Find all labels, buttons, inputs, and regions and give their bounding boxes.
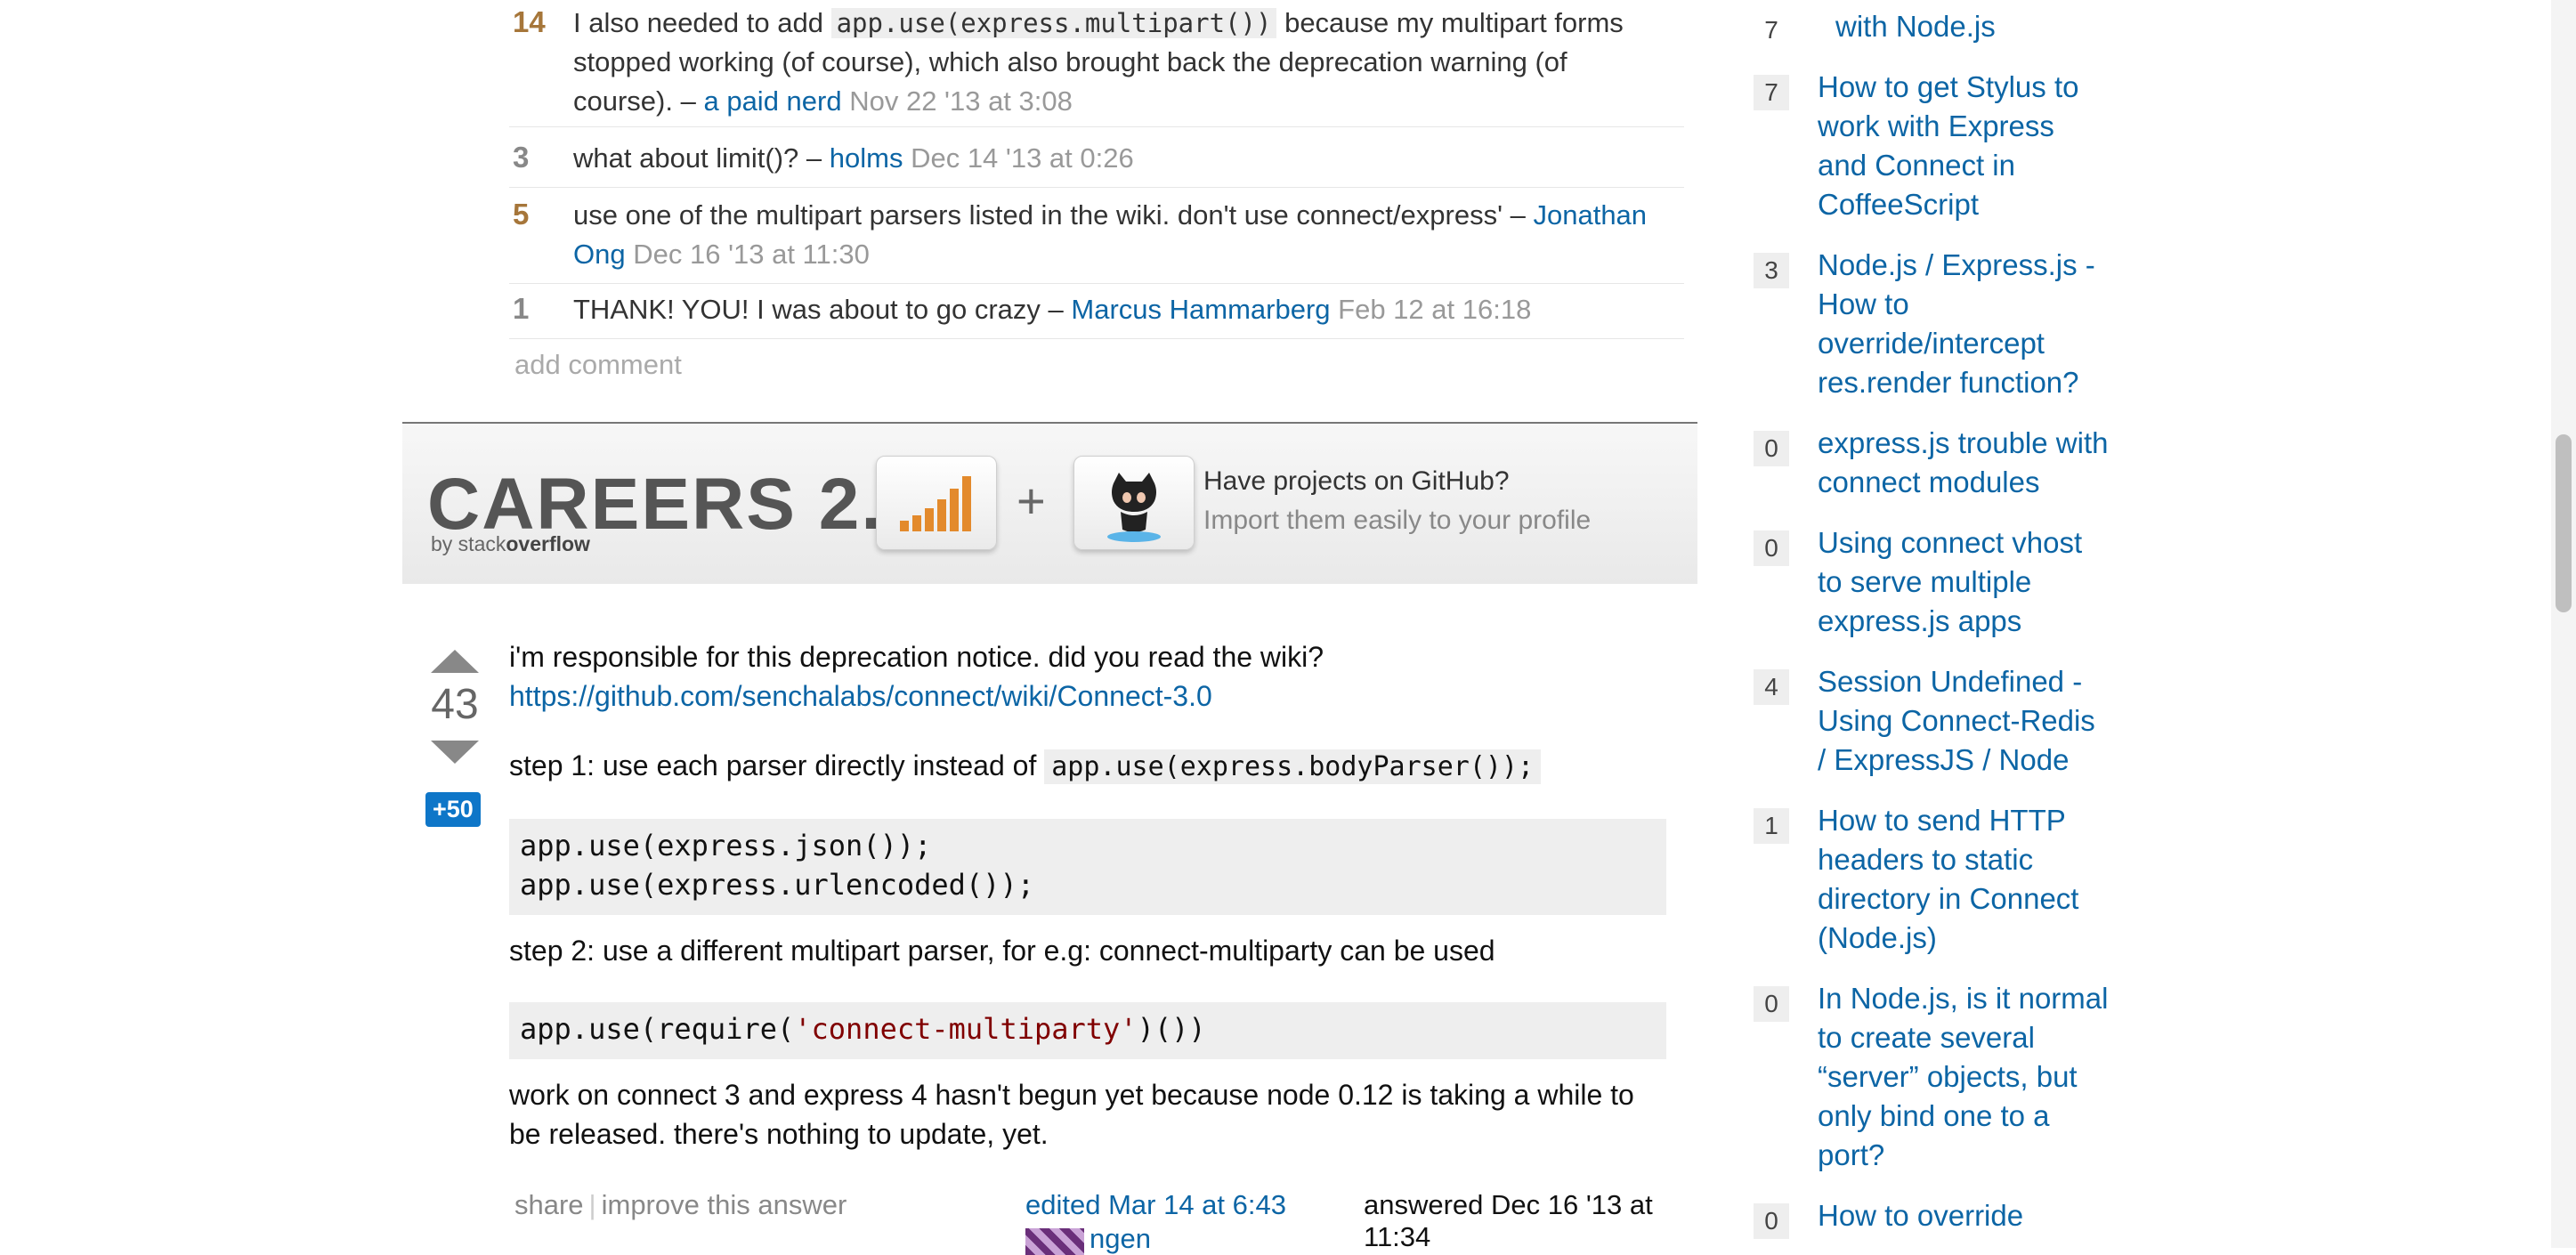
related-link[interactable]: express.js trouble with connect modules (1818, 424, 2111, 502)
related-link[interactable]: with Node.js (1835, 7, 2129, 46)
related-link[interactable]: Session Undefined - Using Connect-Redis … (1818, 662, 2111, 780)
scrollbar-thumb[interactable] (2556, 434, 2572, 612)
related-score: 0 (1754, 986, 1789, 1022)
careers-subline: Import them easily to your profile (1203, 506, 1592, 535)
answer-text: step 1: use each parser directly instead… (509, 749, 1037, 781)
vote-down-icon[interactable] (429, 739, 481, 765)
code-line: app.use(express.json()); (520, 829, 932, 862)
comment-body: I also needed to add app.use(express.mul… (573, 4, 1668, 121)
answer: 43 +50 i'm responsible for this deprecat… (402, 623, 1697, 1255)
code-text: )()) (1137, 1012, 1206, 1046)
comment-date[interactable]: Dec 14 '13 at 0:26 (911, 142, 1134, 174)
comment-text: use one of the multipart parsers listed … (573, 199, 1526, 231)
related-link[interactable]: How to send HTTP headers to static direc… (1818, 801, 2111, 958)
vote-up-icon[interactable] (429, 648, 481, 675)
comment-body: what about limit()? – holms Dec 14 '13 a… (573, 139, 1668, 178)
answer-text: step 2: use a different multipart parser… (509, 935, 1495, 967)
comment-score: 3 (513, 141, 530, 174)
comment-score: 5 (513, 198, 530, 231)
careers-byline: by stackoverflow (431, 532, 590, 555)
related-link[interactable]: How to get Stylus to work with Express a… (1818, 68, 2111, 224)
page-scrollbar[interactable] (2551, 0, 2576, 1248)
comment-date[interactable]: Dec 16 '13 at 11:30 (633, 239, 870, 270)
comment-user-link[interactable]: holms (830, 142, 903, 174)
comment-date[interactable]: Nov 22 '13 at 3:08 (849, 85, 1073, 117)
comment-body: THANK! YOU! I was about to go crazy – Ma… (573, 290, 1668, 329)
answer-text: i'm responsible for this deprecation not… (509, 641, 1324, 673)
github-octocat-icon (1107, 473, 1161, 542)
comment: 3 what about limit()? – holms Dec 14 '13… (509, 130, 1684, 188)
related-score: 7 (1764, 16, 1778, 44)
related-link[interactable]: In Node.js, is it normal to create sever… (1818, 979, 2111, 1175)
bounty-badge[interactable]: +50 (425, 792, 481, 827)
editor-avatar[interactable] (1025, 1228, 1084, 1255)
related-score: 0 (1754, 1203, 1789, 1239)
code-block: app.use(require('connect-multiparty')()) (509, 1002, 1666, 1059)
comment-user-link[interactable]: a paid nerd (703, 85, 841, 117)
vote-count: 43 (431, 681, 479, 728)
comment-body: use one of the multipart parsers listed … (573, 196, 1668, 274)
answer-paragraph: i'm responsible for this deprecation not… (509, 637, 1666, 716)
related-score: 1 (1754, 808, 1789, 844)
stackoverflow-tile (876, 456, 997, 550)
comment-text: I also needed to add (573, 7, 823, 38)
share-link[interactable]: share (514, 1189, 584, 1220)
careers-banner[interactable]: CAREERS 2.0 by stackoverflow + Have proj… (402, 422, 1697, 584)
comment-user-link[interactable]: Marcus Hammarberg (1071, 294, 1330, 325)
related-link[interactable]: Node.js / Express.js - How to override/i… (1818, 246, 2111, 402)
add-comment-link[interactable]: add comment (514, 349, 682, 381)
stackoverflow-bars-icon (900, 476, 971, 531)
related-score: 0 (1754, 530, 1789, 566)
related-score: 4 (1754, 669, 1789, 705)
answered-timestamp: answered Dec 16 '13 at 11:34 (1364, 1189, 1653, 1252)
comment-date[interactable]: Feb 12 at 16:18 (1338, 294, 1531, 325)
code-block: app.use(express.json()); app.use(express… (509, 819, 1666, 915)
edited-timestamp-link[interactable]: edited Mar 14 at 6:43 (1025, 1189, 1286, 1221)
code-string: 'connect-multiparty' (794, 1012, 1138, 1046)
comment: 14 I also needed to add app.use(express.… (509, 0, 1684, 127)
comment: 1 THANK! YOU! I was about to go crazy – … (509, 283, 1684, 339)
careers-headline: Have projects on GitHub? (1203, 466, 1510, 496)
post-menu-separator: | (588, 1189, 596, 1220)
github-tile (1073, 456, 1195, 550)
comment-score: 14 (513, 5, 546, 38)
comment-text: THANK! YOU! I was about to go crazy – (573, 294, 1064, 325)
comment-score: 1 (513, 292, 530, 325)
editor-user-link[interactable]: ngen (1090, 1223, 1151, 1255)
inline-code: app.use(express.bodyParser()); (1044, 749, 1542, 784)
related-score: 0 (1754, 431, 1789, 466)
answer-paragraph: step 1: use each parser directly instead… (509, 746, 1666, 787)
careers-plus: + (1017, 473, 1046, 529)
improve-answer-link[interactable]: improve this answer (602, 1189, 847, 1220)
related-link[interactable]: Using connect vhost to serve multiple ex… (1818, 523, 2111, 641)
related-score: 3 (1754, 253, 1789, 288)
related-link[interactable]: How to override (1818, 1196, 2111, 1235)
post-menu: share | improve this answer (514, 1189, 847, 1221)
code-text: app.use(require( (520, 1012, 795, 1046)
answer-paragraph: work on connect 3 and express 4 hasn't b… (509, 1075, 1666, 1154)
comment-text: what about limit()? – (573, 142, 822, 174)
answer-text: work on connect 3 and express 4 hasn't b… (509, 1079, 1634, 1150)
wiki-link[interactable]: https://github.com/senchalabs/connect/wi… (509, 680, 1212, 712)
answer-paragraph: step 2: use a different multipart parser… (509, 931, 1666, 970)
comment-code: app.use(express.multipart()) (830, 8, 1277, 38)
comment: 5 use one of the multipart parsers liste… (509, 189, 1684, 284)
related-score: 7 (1754, 75, 1789, 110)
code-line: app.use(express.urlencoded()); (520, 868, 1034, 902)
